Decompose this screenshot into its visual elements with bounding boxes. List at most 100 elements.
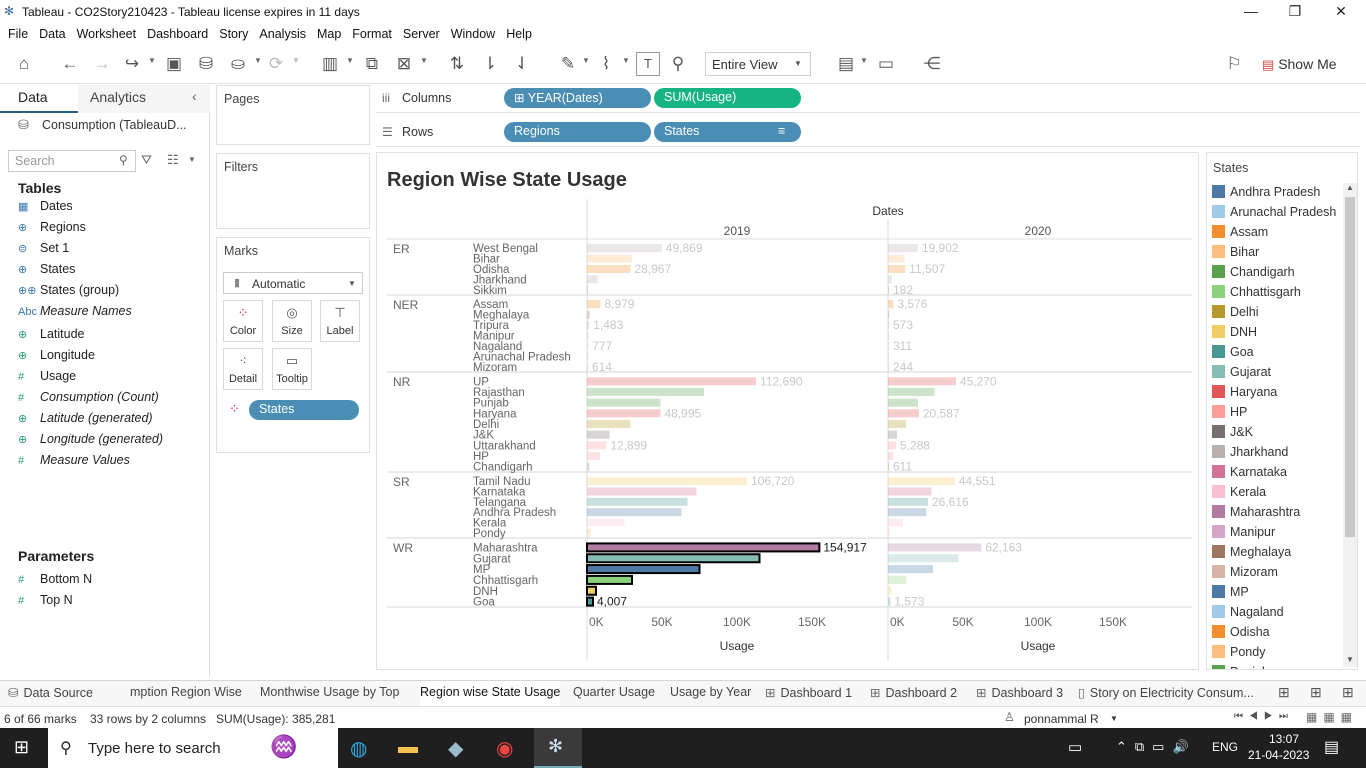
bar-nagaland-2019[interactable] (587, 341, 589, 350)
legend-scrollbar[interactable]: ▲ ▼ (1343, 183, 1357, 667)
field-measure-values[interactable]: # Measure Values (18, 453, 130, 473)
bar-bihar-2020[interactable] (888, 254, 905, 263)
legend-item[interactable]: HP (1212, 405, 1247, 425)
columns-shelf[interactable]: iii Columns ⊞ YEAR(Dates) SUM(Usage) (376, 85, 1360, 113)
sheet-navigation[interactable]: ⏮◀▶⏭ (1234, 711, 1294, 722)
bar-goa-2020[interactable] (888, 597, 891, 606)
tableau-taskbar-button[interactable]: ✻ (534, 728, 582, 768)
bar-nagaland-2020[interactable] (888, 341, 889, 350)
states-pill[interactable]: States ≡ (654, 122, 801, 142)
scroll-up-icon[interactable]: ▲ (1346, 183, 1354, 192)
sheet-tab[interactable]: ⊞ Dashboard 3 (976, 685, 1063, 700)
bar-haryana-2019[interactable] (587, 409, 661, 418)
menu-dashboard[interactable]: Dashboard (139, 24, 208, 41)
bar-chandigarh-2020[interactable] (888, 462, 889, 471)
presentation-mode-icon[interactable]: ▭ (874, 52, 898, 76)
filters-card[interactable]: Filters (216, 153, 370, 229)
view-options-icon[interactable]: ☷ (167, 152, 179, 168)
sort-ascending-icon[interactable]: ⇂ (478, 52, 502, 76)
bar-hp-2019[interactable] (587, 452, 600, 460)
chevron-down-icon[interactable]: ▼ (292, 56, 300, 65)
notifications-icon[interactable]: ▤ (1324, 737, 1339, 757)
bar-arunachal-pradesh-2019[interactable] (587, 352, 589, 361)
detail-button[interactable]: ⁖ Detail (223, 348, 263, 390)
data-tab[interactable]: Data (0, 85, 78, 113)
legend-item[interactable]: Chhattisgarh (1212, 285, 1301, 305)
rows-shelf[interactable]: ☰ Rows Regions States ≡ (376, 119, 1360, 147)
windows-start-icon[interactable]: ⊞ (14, 737, 29, 758)
share-icon[interactable]: ⋲ (920, 52, 944, 76)
bar-tripura-2019[interactable] (587, 321, 590, 330)
menu-map[interactable]: Map (309, 24, 341, 41)
bar-meghalaya-2020[interactable] (888, 310, 890, 319)
chevron-down-icon[interactable]: ▼ (420, 56, 428, 65)
bar-chandigarh-2019[interactable] (587, 462, 590, 471)
bar-assam-2020[interactable] (888, 300, 894, 309)
sheet-tab[interactable]: ▯ Story on Electricity Consum... (1078, 685, 1254, 700)
collapse-pane-icon[interactable]: ‹ (192, 88, 197, 104)
pages-card[interactable]: Pages (216, 85, 370, 145)
chevron-down-icon[interactable]: ▼ (148, 56, 156, 65)
chevron-down-icon[interactable]: ▼ (860, 56, 868, 65)
field-regions[interactable]: ⊕ Regions (18, 220, 86, 240)
legend-item[interactable]: Haryana (1212, 385, 1277, 405)
view-mode-icons[interactable]: ▦▦▦ (1306, 710, 1358, 724)
bar-maharashtra-2019[interactable] (586, 542, 821, 553)
legend-item[interactable]: Maharashtra (1212, 505, 1300, 525)
legend-item[interactable]: Odisha (1212, 625, 1270, 645)
bar-jharkhand-2019[interactable] (587, 275, 598, 284)
sheet-tab[interactable]: Quarter Usage (573, 685, 655, 699)
bar-punjab-2020[interactable] (888, 398, 918, 407)
view-size-select[interactable]: Entire View ▼ (705, 52, 811, 76)
bar-bihar-2019[interactable] (587, 254, 632, 263)
tooltip-button[interactable]: ▭ Tooltip (272, 348, 312, 390)
maximize-button[interactable]: ❐ (1272, 0, 1318, 24)
language-indicator[interactable]: ENG (1212, 740, 1238, 754)
file-explorer-icon[interactable]: ▬ (398, 736, 418, 759)
bar-west-bengal-2019[interactable] (587, 244, 662, 253)
year-dates-pill[interactable]: ⊞ YEAR(Dates) (504, 88, 651, 108)
bar-telangana-2020[interactable] (888, 497, 928, 506)
field-set-1[interactable]: ⊜ Set 1 (18, 241, 69, 261)
show-cards-icon[interactable]: ▤ (834, 52, 858, 76)
replay-icon[interactable]: ↪ (120, 52, 144, 76)
legend-item[interactable]: Pondy (1212, 645, 1265, 665)
bar-mp-2020[interactable] (888, 565, 933, 574)
bar-punjab-2019[interactable] (587, 398, 661, 407)
save-icon[interactable]: ▣ (162, 52, 186, 76)
bar-odisha-2020[interactable] (888, 265, 906, 273)
bar-chhattisgarh-2019[interactable] (586, 574, 633, 585)
legend-item[interactable]: Nagaland (1212, 605, 1284, 625)
show-me-button[interactable]: ▤ Show Me (1262, 52, 1337, 73)
legend-item[interactable]: Mizoram (1212, 565, 1278, 585)
legend-item[interactable]: Bihar (1212, 245, 1259, 265)
clock-date[interactable]: 21-04-2023 (1248, 748, 1309, 762)
bar-karnataka-2020[interactable] (888, 487, 932, 496)
clear-sheet-icon[interactable]: ⊠ (392, 52, 416, 76)
legend-item[interactable]: Jharkhand (1212, 445, 1288, 465)
bar-kerala-2019[interactable] (587, 518, 625, 527)
bar-maharashtra-2020[interactable] (888, 543, 982, 552)
legend-item[interactable]: Arunachal Pradesh (1212, 205, 1336, 225)
chevron-down-icon[interactable]: ▼ (254, 56, 262, 65)
legend-item[interactable]: Assam (1212, 225, 1268, 245)
bar-delhi-2020[interactable] (888, 420, 906, 428)
menu-help[interactable]: Help (498, 24, 532, 41)
field-latitude[interactable]: ⊕ Latitude (18, 327, 84, 347)
bar-j-k-2020[interactable] (888, 430, 897, 439)
sort-descending-icon[interactable]: ⇃ (510, 52, 534, 76)
clock-time[interactable]: 13:07 (1264, 732, 1304, 746)
field-dates[interactable]: ▦ Dates (18, 199, 73, 219)
bar-goa-2019[interactable] (586, 596, 595, 607)
legend-item[interactable]: Punjab (1212, 665, 1269, 669)
bar-dnh-2020[interactable] (888, 586, 892, 595)
close-button[interactable]: ✕ (1318, 0, 1364, 24)
edge-icon[interactable]: ◍ (350, 736, 367, 761)
legend-item[interactable]: Karnataka (1212, 465, 1287, 485)
minimize-button[interactable]: — (1228, 0, 1274, 24)
field-measure-names[interactable]: Abc Measure Names (18, 304, 132, 324)
datasource-name[interactable]: Consumption (TableauD... (42, 118, 187, 132)
bar-jharkhand-2020[interactable] (888, 275, 892, 284)
legend-item[interactable]: DNH (1212, 325, 1257, 345)
field-longitude-generated-[interactable]: ⊕ Longitude (generated) (18, 432, 163, 452)
